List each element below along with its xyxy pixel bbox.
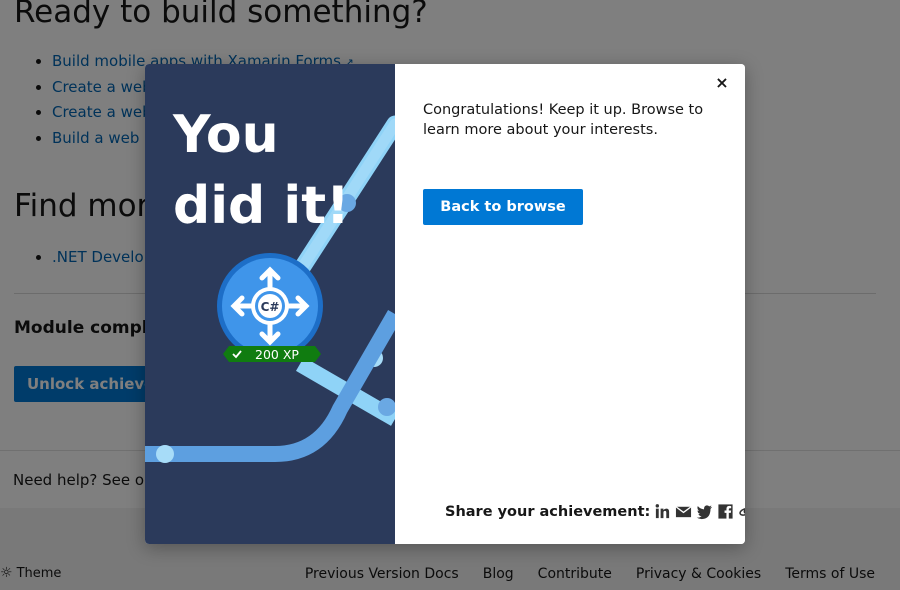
share-achievement: Share your achievement: (445, 503, 745, 520)
mail-icon[interactable] (675, 503, 692, 520)
facebook-icon[interactable] (717, 503, 734, 520)
linkedin-icon[interactable] (654, 503, 671, 520)
link-icon[interactable] (738, 503, 745, 520)
twitter-icon[interactable] (696, 503, 713, 520)
share-label: Share your achievement: (445, 503, 651, 520)
achievement-modal: C# 200 XP You did it! × Congratulations!… (145, 64, 745, 544)
close-icon[interactable]: × (713, 74, 731, 92)
achievement-content: × Congratulations! Keep it up. Browse to… (395, 64, 745, 544)
congratulations-message: Congratulations! Keep it up. Browse to l… (423, 102, 704, 138)
hero-line-1: You (173, 105, 279, 165)
achievement-hero-panel: C# 200 XP You did it! (145, 64, 395, 544)
hero-line-2: did it! (173, 176, 350, 236)
hero-title: You did it! (173, 100, 350, 242)
back-to-browse-button[interactable]: Back to browse (423, 189, 583, 225)
xp-label: 200 XP (255, 347, 299, 362)
csharp-badge-text: C# (261, 300, 280, 314)
